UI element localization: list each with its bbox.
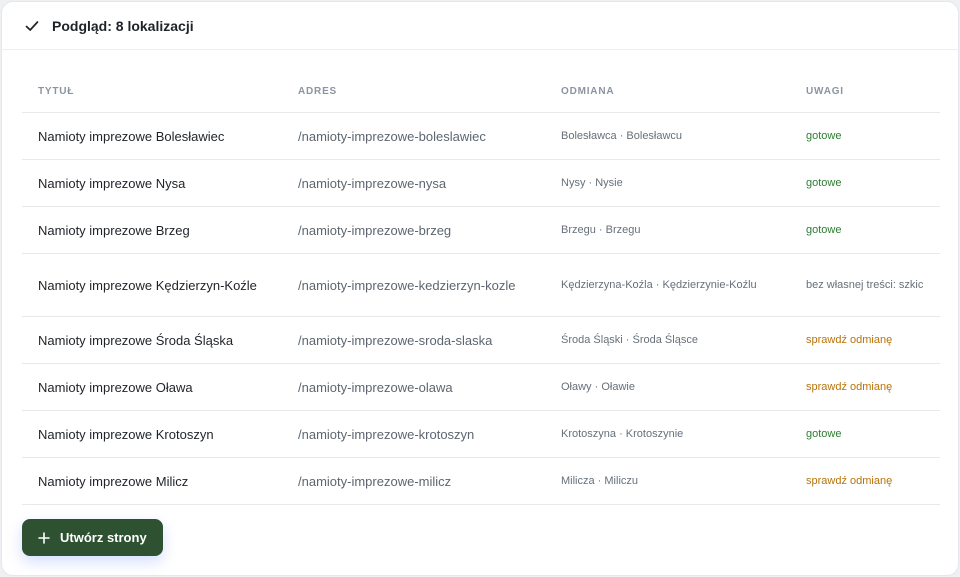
check-icon <box>24 18 40 34</box>
row-odmiana: Brzegu · Brzegu <box>545 206 790 254</box>
create-pages-label: Utwórz strony <box>60 530 147 545</box>
column-header-notes: UWAGI <box>790 70 940 113</box>
row-odmiana: Środa Śląski · Środa Śląsce <box>545 316 790 364</box>
row-note: gotowe <box>790 410 940 458</box>
card-title: Podgląd: 8 lokalizacji <box>52 17 194 34</box>
row-title: Namioty imprezowe Nysa <box>22 159 282 207</box>
table-row: Namioty imprezowe Nysa/namioty-imprezowe… <box>22 159 940 207</box>
row-odmiana: Krotoszyna · Krotoszynie <box>545 410 790 458</box>
row-note: gotowe <box>790 112 940 160</box>
row-odmiana: Milicza · Miliczu <box>545 457 790 505</box>
row-slug: /namioty-imprezowe-brzeg <box>282 206 545 254</box>
create-pages-button[interactable]: Utwórz strony <box>22 519 163 556</box>
column-header-odmiana: ODMIANA <box>545 70 790 113</box>
row-note: sprawdź odmianę <box>790 457 940 505</box>
table-row: Namioty imprezowe Oława/namioty-imprezow… <box>22 363 940 411</box>
table-row: Namioty imprezowe Środa Śląska/namioty-i… <box>22 316 940 364</box>
row-slug: /namioty-imprezowe-olawa <box>282 363 545 411</box>
row-note: sprawdź odmianę <box>790 316 940 364</box>
row-note: bez własnej treści: szkic <box>790 253 940 317</box>
row-odmiana: Bolesławca · Bolesławcu <box>545 112 790 160</box>
row-odmiana: Nysy · Nysie <box>545 159 790 207</box>
row-odmiana: Oławy · Oławie <box>545 363 790 411</box>
table-header-row: TYTUŁ ADRES ODMIANA UWAGI <box>22 70 940 113</box>
row-title: Namioty imprezowe Środa Śląska <box>22 316 282 364</box>
row-title: Namioty imprezowe Kędzierzyn-Koźle <box>22 253 282 317</box>
row-title: Namioty imprezowe Krotoszyn <box>22 410 282 458</box>
row-title: Namioty imprezowe Oława <box>22 363 282 411</box>
table-row: Namioty imprezowe Bolesławiec/namioty-im… <box>22 112 940 160</box>
row-slug: /namioty-imprezowe-boleslawiec <box>282 112 545 160</box>
row-slug: /namioty-imprezowe-nysa <box>282 159 545 207</box>
card-header: Podgląd: 8 lokalizacji <box>2 2 958 50</box>
locations-table-wrap: TYTUŁ ADRES ODMIANA UWAGI Namioty imprez… <box>22 70 940 505</box>
row-slug: /namioty-imprezowe-sroda-slaska <box>282 316 545 364</box>
column-header-address: ADRES <box>282 70 545 113</box>
table-row: Namioty imprezowe Milicz/namioty-imprezo… <box>22 457 940 505</box>
row-title: Namioty imprezowe Brzeg <box>22 206 282 254</box>
row-title: Namioty imprezowe Bolesławiec <box>22 112 282 160</box>
table-row: Namioty imprezowe Krotoszyn/namioty-impr… <box>22 410 940 458</box>
row-slug: /namioty-imprezowe-milicz <box>282 457 545 505</box>
preview-card: Podgląd: 8 lokalizacji TYTUŁ ADRES ODMIA… <box>1 1 959 576</box>
table-row: Namioty imprezowe Brzeg/namioty-imprezow… <box>22 206 940 254</box>
row-slug: /namioty-imprezowe-kedzierzyn-kozle <box>282 253 545 317</box>
row-note: sprawdź odmianę <box>790 363 940 411</box>
locations-table: TYTUŁ ADRES ODMIANA UWAGI Namioty imprez… <box>22 70 940 505</box>
row-odmiana: Kędzierzyna-Koźla · Kędzierzynie-Koźlu <box>545 253 790 317</box>
row-slug: /namioty-imprezowe-krotoszyn <box>282 410 545 458</box>
row-note: gotowe <box>790 206 940 254</box>
column-header-title: TYTUŁ <box>22 70 282 113</box>
row-title: Namioty imprezowe Milicz <box>22 457 282 505</box>
row-note: gotowe <box>790 159 940 207</box>
table-row: Namioty imprezowe Kędzierzyn-Koźle/namio… <box>22 253 940 317</box>
plus-icon <box>38 531 50 544</box>
